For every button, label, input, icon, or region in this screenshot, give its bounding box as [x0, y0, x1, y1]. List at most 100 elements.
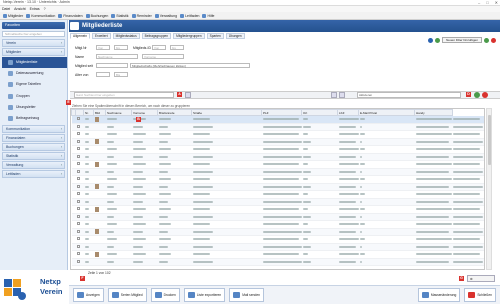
table-row[interactable] [71, 220, 484, 229]
new-filter-dropdown[interactable]: Neuen Filter hinzufügen [442, 37, 482, 43]
tab-allgemein[interactable]: Allgemein [70, 33, 90, 39]
tab-mitgliedergruppen[interactable]: Mitgliedergruppen [173, 33, 205, 39]
tab-beitragsgruppen[interactable]: Beitragsgruppen [141, 33, 172, 39]
sidebar-group-finanzdaten[interactable]: Finanzdaten › [2, 134, 65, 143]
row-checkbox[interactable] [76, 244, 80, 248]
row-checkbox[interactable] [76, 199, 80, 203]
tab-mitgliedsstatus[interactable]: Mitgliedsstatus [112, 33, 140, 39]
tab-uebungen[interactable]: Übungen [225, 33, 245, 39]
row-checkbox[interactable] [76, 169, 80, 173]
toolbar-buchungen[interactable]: Buchungen [85, 13, 108, 18]
toolbar-statistik[interactable]: Statistik [111, 13, 129, 18]
row-checkbox[interactable] [76, 139, 80, 143]
mail-button[interactable]: Mail senden [229, 288, 264, 302]
quicksearch-input[interactable]: Ganz Suchtext hier eingeben [74, 92, 174, 98]
toolbar-verwaltung[interactable]: Verwaltung [154, 13, 177, 18]
export-button[interactable]: Liste exportieren [183, 288, 226, 302]
nachname-field[interactable]: Nachname [96, 54, 138, 59]
row-checkbox[interactable] [76, 192, 80, 196]
table-row[interactable] [71, 153, 484, 161]
sidebar-group-verwaltung[interactable]: Verwaltung › [2, 161, 65, 170]
row-checkbox[interactable] [76, 222, 80, 226]
sidebar-group-buchungen[interactable]: Buchungen › [2, 143, 65, 152]
table-row[interactable] [71, 213, 484, 221]
serien-button[interactable]: Serien Mitglied [107, 288, 147, 302]
table-row[interactable] [71, 190, 484, 199]
table-row[interactable] [71, 175, 484, 184]
row-checkbox[interactable] [76, 259, 80, 263]
help-icon[interactable] [428, 37, 434, 43]
anzeigen-button[interactable]: Anzeigen [73, 288, 104, 302]
row-checkbox[interactable] [76, 124, 80, 128]
settings-icon[interactable] [339, 92, 345, 98]
sidebar-search-input[interactable]: Schnellsuche hier eingeben [2, 31, 65, 37]
table-row[interactable] [71, 183, 484, 191]
sidebar-item-gruppen[interactable]: Gruppen [8, 91, 67, 102]
sidebar-group-leitfaden[interactable]: Leitfaden › [2, 170, 65, 179]
table-row[interactable] [71, 145, 484, 154]
massenaenderung-button[interactable]: Massen­änderung [417, 288, 461, 302]
sidebar-group-mitglieder[interactable]: Mitglieder › [2, 48, 65, 56]
row-checkbox[interactable] [76, 229, 80, 233]
sidebar-item-eigene-tabellen[interactable]: Eigene Tabellen [8, 79, 67, 90]
nr-von-field[interactable]: Von [96, 45, 110, 50]
nr-bis-field[interactable]: bis [114, 45, 128, 50]
toolbar-leitfaden[interactable]: Leitfaden [180, 13, 199, 18]
sidebar-item-datenauswertung[interactable]: Datenauswertung [8, 68, 67, 79]
table-row[interactable] [71, 243, 484, 251]
remove-filter-icon[interactable] [491, 37, 496, 43]
vorname-field[interactable]: Vorname [142, 54, 184, 59]
row-checkbox[interactable] [76, 184, 80, 188]
table-row[interactable] [71, 115, 484, 124]
toolbar-hilfe[interactable]: Hilfe [202, 13, 215, 18]
table-row[interactable] [71, 205, 484, 214]
mitglied-seit-select[interactable] [96, 63, 128, 68]
row-checkbox[interactable] [76, 117, 80, 121]
add-icon[interactable] [474, 92, 480, 98]
table-row[interactable] [71, 168, 484, 176]
sidebar-group-statistik[interactable]: Statistik › [2, 152, 65, 161]
sidebar-item-uebungsleiter[interactable]: Übungsleiter [8, 102, 67, 113]
row-checkbox[interactable] [76, 162, 80, 166]
id-bis-field[interactable]: bis [170, 45, 184, 50]
tab-sparten[interactable]: Sparten [206, 33, 224, 39]
toolbar-finanzdaten[interactable]: Finanzdaten [58, 13, 83, 18]
add-filter-icon[interactable] [484, 37, 489, 43]
scroll-thumb[interactable] [488, 115, 491, 165]
mitgliedschaft-select[interactable]: Mitgliedschafts (Mehrfachlausen klicken) [130, 63, 250, 68]
table-row[interactable] [71, 130, 484, 139]
sidebar-favorites[interactable]: Favoriten [2, 22, 65, 29]
aktivieren-field[interactable]: Aktivieren [357, 92, 461, 98]
table-row[interactable] [71, 235, 484, 244]
row-checkbox[interactable] [76, 154, 80, 158]
search-options-icon[interactable] [185, 92, 191, 98]
sidebar-item-mitgliederliste[interactable]: Mitgliederliste [2, 57, 67, 69]
remove-icon[interactable] [482, 92, 488, 98]
alter-bis-field[interactable]: Bis [114, 72, 128, 77]
toolbar-mitglieder[interactable]: Mitglieder [3, 13, 23, 18]
table-row[interactable] [71, 138, 484, 146]
table-row[interactable] [71, 250, 484, 259]
vertical-scrollbar[interactable] [486, 108, 492, 270]
view-icon[interactable] [331, 92, 337, 98]
row-checkbox[interactable] [76, 207, 80, 211]
toolbar-reminder[interactable]: Reminder [131, 13, 152, 18]
row-checkbox[interactable] [76, 132, 80, 136]
table-row[interactable] [71, 198, 484, 206]
row-checkbox[interactable] [76, 214, 80, 218]
ok-icon[interactable] [435, 37, 441, 43]
tab-erweitert[interactable]: Erweitert [92, 33, 111, 39]
table-row[interactable] [71, 258, 484, 266]
id-von-field[interactable]: Von [152, 45, 166, 50]
sidebar-group-kommunikation[interactable]: Kommunikation › [2, 125, 65, 134]
table-row[interactable] [71, 160, 484, 169]
sidebar-group-verein[interactable]: Verein › [2, 39, 65, 47]
drucken-button[interactable]: Drucken [150, 288, 180, 302]
filter-bearbeiten-button[interactable]: ⚙ [467, 275, 495, 282]
row-checkbox[interactable] [76, 237, 80, 241]
alter-von-field[interactable] [96, 72, 110, 77]
row-checkbox[interactable] [76, 177, 80, 181]
row-checkbox[interactable] [76, 252, 80, 256]
table-row[interactable] [71, 228, 484, 236]
table-row[interactable] [71, 123, 484, 131]
